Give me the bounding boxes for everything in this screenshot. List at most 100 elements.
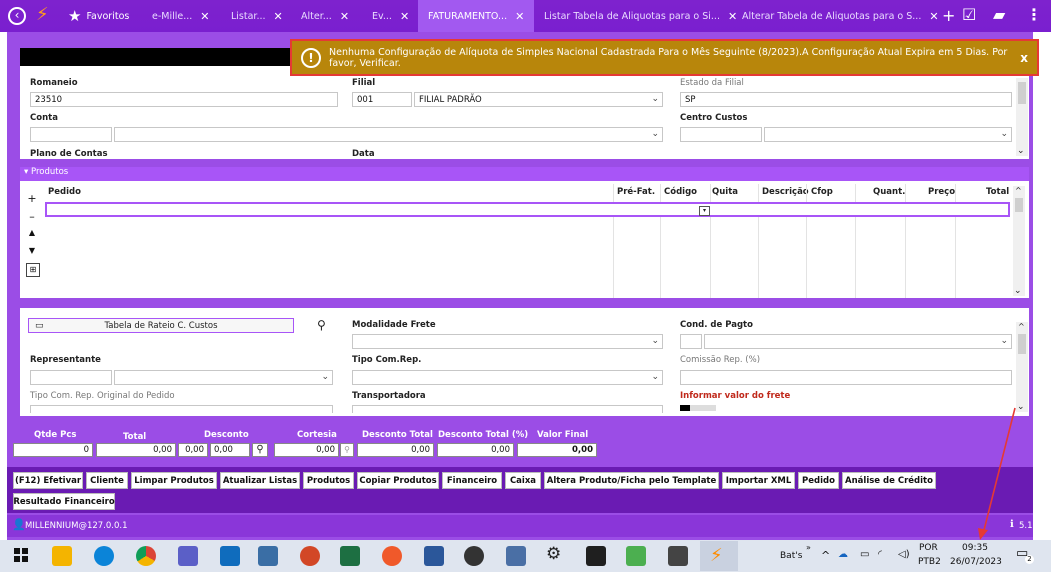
estado-input[interactable]: SP bbox=[680, 92, 1012, 107]
tray-label[interactable]: Bat's bbox=[780, 551, 802, 561]
close-icon[interactable]: ✕ bbox=[340, 10, 349, 23]
active-app-highlight[interactable]: ⚡ bbox=[700, 541, 738, 571]
header-scrollbar[interactable]: ⌄ bbox=[1016, 78, 1028, 156]
limpar-produtos-button[interactable]: Limpar Produtos bbox=[131, 472, 217, 489]
move-down-icon[interactable]: ▼ bbox=[24, 246, 40, 255]
representante-code-input[interactable] bbox=[30, 370, 112, 385]
col-codigo[interactable]: Código bbox=[664, 187, 697, 197]
close-icon[interactable]: ✕ bbox=[400, 10, 409, 23]
app-icon[interactable] bbox=[258, 546, 278, 566]
wifi-icon[interactable]: ◜ bbox=[878, 549, 882, 560]
chevron-down-icon[interactable]: ⌄ bbox=[1017, 146, 1025, 156]
settings-icon[interactable]: ⚙ bbox=[546, 544, 561, 564]
caixa-button[interactable]: Caixa bbox=[505, 472, 541, 489]
cliente-button[interactable]: Cliente bbox=[86, 472, 128, 489]
language-primary[interactable]: POR bbox=[919, 543, 938, 553]
desconto-value-2[interactable]: 0,00 bbox=[210, 443, 250, 457]
scroll-thumb[interactable] bbox=[1018, 82, 1026, 104]
battery-icon[interactable]: ▭ bbox=[860, 549, 869, 560]
word-icon[interactable] bbox=[424, 546, 444, 566]
copiar-produtos-button[interactable]: Copiar Produtos bbox=[357, 472, 439, 489]
lower-scrollbar[interactable]: ^ ⌄ bbox=[1016, 322, 1028, 412]
conta-code-input[interactable] bbox=[30, 127, 112, 142]
tab-emillennium[interactable]: e-Mille... ✕ bbox=[152, 0, 210, 32]
col-preco[interactable]: Preço bbox=[928, 187, 955, 197]
modalidade-frete-select[interactable]: ⌄ bbox=[352, 334, 663, 349]
centro-select[interactable]: ⌄ bbox=[764, 127, 1012, 142]
produtos-scrollbar[interactable]: ^ ⌄ bbox=[1013, 186, 1025, 296]
desconto-value-1[interactable]: 0,00 bbox=[178, 443, 208, 457]
tab-faturamento[interactable]: FATURAMENTO... ✕ bbox=[418, 0, 535, 32]
chevron-down-icon[interactable]: ⌄ bbox=[1017, 402, 1025, 412]
windows-start-icon[interactable] bbox=[14, 548, 28, 562]
app-icon[interactable] bbox=[668, 546, 688, 566]
outlook-icon[interactable] bbox=[220, 546, 240, 566]
conta-select[interactable]: ⌄ bbox=[114, 127, 663, 142]
filial-select[interactable]: FILIAL PADRÃO ⌄ bbox=[414, 92, 663, 107]
language-secondary[interactable]: PTB2 bbox=[918, 557, 941, 567]
clock-time[interactable]: 09:35 bbox=[962, 543, 988, 553]
filial-code-input[interactable]: 001 bbox=[352, 92, 412, 107]
tab-alterar-aliquotas[interactable]: Alterar Tabela de Aliquotas para o S... ✕ bbox=[742, 0, 939, 32]
representante-select[interactable]: ⌄ bbox=[114, 370, 333, 385]
file-explorer-icon[interactable] bbox=[52, 546, 72, 566]
chevron-up-icon[interactable]: ^ bbox=[821, 549, 830, 562]
atualizar-listas-button[interactable]: Atualizar Listas bbox=[220, 472, 300, 489]
chevron-up-icon[interactable]: ^ bbox=[1018, 322, 1025, 331]
teams-icon[interactable] bbox=[178, 546, 198, 566]
comissao-input[interactable] bbox=[680, 370, 1012, 385]
produtos-section-header[interactable]: ▾ Produtos bbox=[20, 167, 1029, 181]
edge-icon[interactable] bbox=[94, 546, 114, 566]
chat-icon[interactable]: ▰ bbox=[993, 5, 1005, 24]
scroll-thumb[interactable] bbox=[1015, 198, 1023, 212]
analise-credito-button[interactable]: Análise de Crédito bbox=[842, 472, 936, 489]
tab-ev[interactable]: Ev... ✕ bbox=[372, 0, 409, 32]
table-row[interactable]: ▾ bbox=[45, 202, 1010, 217]
col-quant[interactable]: Quant. bbox=[873, 187, 905, 197]
tab-alterar[interactable]: Alter... ✕ bbox=[301, 0, 349, 32]
scroll-thumb[interactable] bbox=[1018, 334, 1026, 354]
tab-listar[interactable]: Listar... ✕ bbox=[231, 0, 283, 32]
remove-row-icon[interactable]: – bbox=[24, 210, 40, 223]
col-quita[interactable]: Quita bbox=[712, 187, 738, 197]
add-row-icon[interactable]: + bbox=[24, 192, 40, 205]
tipo-com-rep-select[interactable]: ⌄ bbox=[352, 370, 663, 385]
move-up-icon[interactable]: ▲ bbox=[24, 228, 40, 237]
volume-icon[interactable]: ◁) bbox=[898, 549, 910, 560]
pedido-button[interactable]: Pedido bbox=[798, 472, 839, 489]
app-icon[interactable] bbox=[506, 546, 526, 566]
financeiro-button[interactable]: Financeiro bbox=[442, 472, 502, 489]
resultado-financeiro-button[interactable]: Resultado Financeiro bbox=[13, 493, 115, 510]
search-icon[interactable]: ⚲ bbox=[317, 318, 326, 332]
cond-pagto-select[interactable]: ⌄ bbox=[704, 334, 1012, 349]
col-descricao[interactable]: Descrição bbox=[762, 187, 809, 197]
col-cfop[interactable]: Cfop bbox=[811, 187, 833, 197]
close-icon[interactable]: ✕ bbox=[728, 10, 737, 23]
centro-code-input[interactable] bbox=[680, 127, 762, 142]
powerpoint-icon[interactable] bbox=[300, 546, 320, 566]
app-icon[interactable] bbox=[464, 546, 484, 566]
efetivar-button[interactable]: (F12) Efetivar bbox=[13, 472, 83, 489]
frete-toggle[interactable] bbox=[680, 405, 716, 411]
add-tab-icon[interactable]: + bbox=[942, 6, 955, 25]
alert-close-button[interactable]: x bbox=[1020, 51, 1028, 65]
grid-options-icon[interactable]: ⊞ bbox=[26, 263, 40, 277]
chrome-icon[interactable] bbox=[136, 546, 156, 566]
clipboard-icon[interactable]: ☑ bbox=[962, 5, 976, 24]
clock-date[interactable]: 26/07/2023 bbox=[950, 557, 1002, 567]
col-pre-fat[interactable]: Pré-Fat. bbox=[617, 187, 655, 197]
rateio-button[interactable]: ▭ Tabela de Rateio C. Custos bbox=[28, 318, 294, 333]
chevron-up-icon[interactable]: ^ bbox=[1015, 186, 1022, 195]
tab-favoritos[interactable]: ★ Favoritos bbox=[68, 0, 129, 32]
chevron-down-icon[interactable]: ⌄ bbox=[1014, 286, 1022, 296]
cond-pagto-code-input[interactable] bbox=[680, 334, 702, 349]
close-icon[interactable]: ✕ bbox=[515, 10, 524, 23]
col-total[interactable]: Total bbox=[986, 187, 1009, 197]
back-icon[interactable]: ‹ bbox=[8, 7, 26, 25]
produtos-button[interactable]: Produtos bbox=[303, 472, 354, 489]
close-icon[interactable]: ✕ bbox=[274, 10, 283, 23]
close-icon[interactable]: ✕ bbox=[200, 10, 209, 23]
more-icon[interactable]: ⋮ bbox=[1026, 5, 1042, 24]
close-icon[interactable]: ✕ bbox=[929, 10, 938, 23]
app-icon[interactable] bbox=[626, 546, 646, 566]
